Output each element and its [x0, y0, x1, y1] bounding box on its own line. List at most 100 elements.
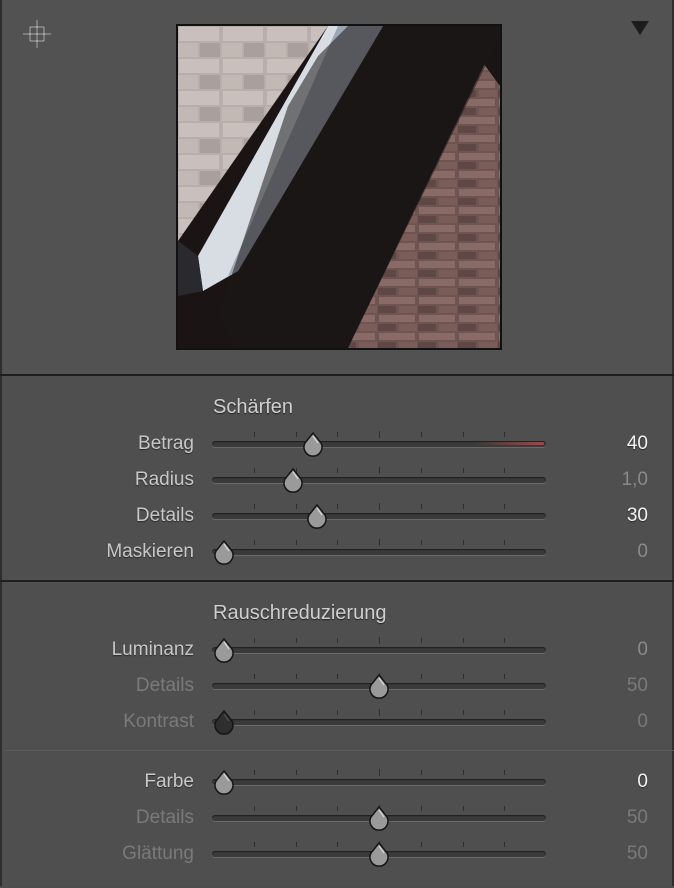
slider-value[interactable]: 50 — [627, 803, 648, 833]
slider-tick — [253, 504, 255, 509]
slider-tick — [504, 638, 506, 643]
slider-thumb[interactable] — [212, 637, 236, 663]
slider-ticks — [212, 769, 546, 776]
slider-tick — [253, 540, 255, 545]
slider-thumb[interactable] — [301, 431, 325, 457]
slider-tick — [420, 638, 422, 643]
slider-thumb[interactable] — [367, 841, 391, 867]
slider-tick — [462, 504, 464, 509]
slider-thumb[interactable] — [212, 539, 236, 565]
slider-track[interactable] — [212, 441, 546, 447]
triangle-down-icon[interactable] — [630, 20, 650, 36]
target-adjust-icon[interactable] — [20, 17, 54, 51]
slider-tick — [504, 468, 506, 473]
slider-label: Maskieren — [106, 541, 194, 562]
slider-value[interactable]: 30 — [627, 501, 648, 531]
slider-thumb[interactable] — [367, 673, 391, 699]
slider-row-betrag: Betrag 40 — [2, 429, 674, 459]
slider-tick — [420, 842, 422, 847]
slider-tick — [379, 709, 380, 716]
noise-reduction-title: Rauschreduzierung — [213, 602, 387, 624]
slider-tick — [337, 504, 339, 509]
slider-value[interactable]: 0 — [637, 635, 648, 665]
slider-tick — [337, 842, 339, 847]
slider-label: Betrag — [138, 433, 194, 454]
slider-label: Radius — [134, 469, 194, 490]
slider-value[interactable]: 0 — [637, 707, 648, 737]
slider-tick — [504, 674, 506, 679]
slider-tick — [462, 638, 464, 643]
slider-tick — [420, 540, 422, 545]
slider-row-luminanz: Luminanz 0 — [2, 635, 674, 665]
slider-label: Kontrast — [123, 711, 194, 732]
slider-tick — [295, 674, 297, 679]
slider-value[interactable]: 0 — [637, 767, 648, 797]
slider-thumb[interactable] — [367, 805, 391, 831]
slider-tick — [504, 540, 506, 545]
slider-thumb[interactable] — [212, 769, 236, 795]
detail-preview-image[interactable] — [176, 24, 502, 350]
slider-tick — [420, 710, 422, 715]
slider-tick — [462, 468, 464, 473]
slider-tick — [420, 504, 422, 509]
slider-ticks — [212, 431, 546, 438]
slider-tick — [504, 710, 506, 715]
slider-thumb[interactable] — [212, 709, 236, 735]
slider-value[interactable]: 1,0 — [622, 465, 648, 495]
slider-tick — [462, 806, 464, 811]
slider-label: Glättung — [122, 843, 194, 864]
slider-value[interactable]: 0 — [637, 537, 648, 567]
slider-track[interactable] — [212, 779, 546, 785]
slider-track[interactable] — [212, 513, 546, 519]
slider-tick — [420, 468, 422, 473]
slider-tick — [420, 770, 422, 775]
slider-tick — [462, 674, 464, 679]
slider-tick — [337, 674, 339, 679]
slider-tick — [379, 467, 380, 474]
slider-label: Details — [135, 675, 194, 696]
slider-track[interactable] — [212, 647, 546, 653]
slider-thumb[interactable] — [305, 503, 329, 529]
slider-tick — [337, 540, 339, 545]
slider-tick — [420, 674, 422, 679]
slider-label: Details — [135, 807, 194, 828]
slider-thumb[interactable] — [281, 467, 305, 493]
slider-value[interactable]: 50 — [627, 671, 648, 701]
slider-tick — [504, 432, 506, 437]
slider-row-maskieren: Maskieren 0 — [2, 537, 674, 567]
slider-tick — [295, 770, 297, 775]
slider-tick — [462, 770, 464, 775]
slider-tick — [295, 842, 297, 847]
slider-row-farbe: Farbe 0 — [2, 767, 674, 797]
slider-tick — [337, 638, 339, 643]
slider-tick — [337, 432, 339, 437]
slider-ticks — [212, 637, 546, 644]
sharpening-section: Schärfen Betrag 40 Radius 1,0 Details 30 Maski… — [0, 376, 674, 580]
slider-tick — [253, 770, 255, 775]
slider-ticks — [212, 467, 546, 474]
slider-track[interactable] — [212, 549, 546, 555]
slider-tick — [462, 842, 464, 847]
slider-track[interactable] — [212, 719, 546, 725]
slider-tick — [462, 540, 464, 545]
slider-track[interactable] — [212, 477, 546, 483]
slider-value[interactable]: 40 — [627, 429, 648, 459]
slider-tick — [337, 770, 339, 775]
slider-tick — [295, 540, 297, 545]
slider-tick — [253, 638, 255, 643]
slider-row-details: Details 30 — [2, 501, 674, 531]
slider-tick — [504, 842, 506, 847]
slider-value[interactable]: 50 — [627, 839, 648, 869]
slider-tick — [420, 432, 422, 437]
slider-tick — [253, 710, 255, 715]
slider-tick — [462, 710, 464, 715]
slider-tick — [337, 710, 339, 715]
slider-tick — [295, 504, 297, 509]
slider-tick — [253, 432, 255, 437]
slider-tick — [504, 806, 506, 811]
slider-tick — [295, 710, 297, 715]
slider-accent-fill — [474, 442, 544, 445]
preview-panel — [0, 0, 674, 374]
slider-tick — [253, 806, 255, 811]
slider-tick — [337, 806, 339, 811]
